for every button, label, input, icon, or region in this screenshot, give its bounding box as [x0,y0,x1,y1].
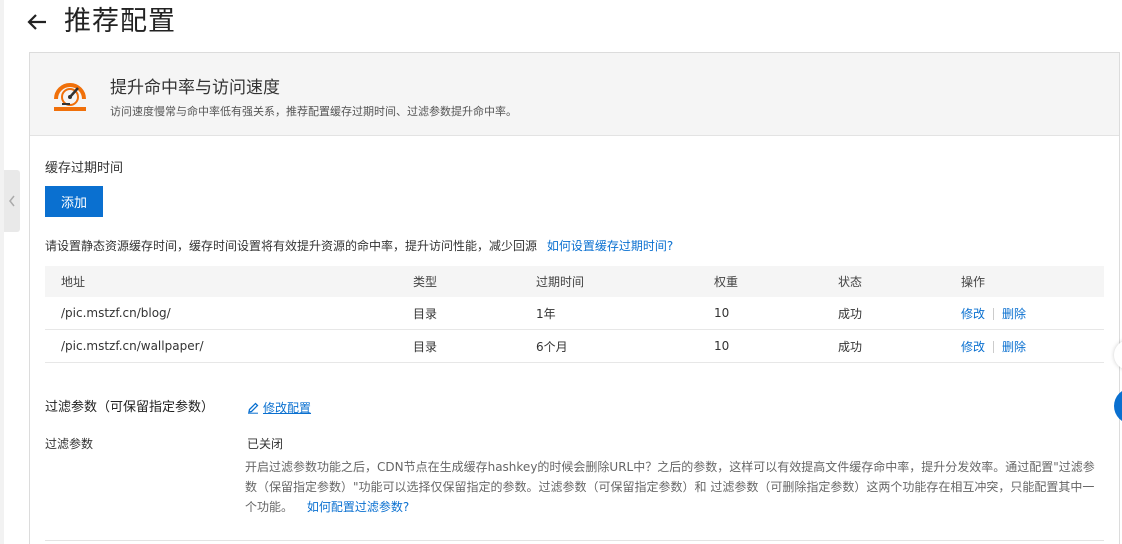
cell-actions: 修改 删除 [961,338,1026,355]
edit-link[interactable]: 修改 [961,307,985,321]
back-arrow-icon[interactable] [26,9,52,35]
column-header-address: 地址 [61,275,86,289]
cell-actions: 修改 删除 [961,305,1026,322]
cell-address: /pic.mstzf.cn/wallpaper/ [61,339,204,353]
cell-type: 目录 [413,306,438,321]
cache-section-label: 缓存过期时间 [45,161,124,176]
speed-gauge-icon [50,73,90,117]
column-header-expire: 过期时间 [536,275,585,289]
chevron-left-icon [9,195,15,207]
cache-hint: 请设置静态资源缓存时间，缓存时间设置将有效提升资源的命中率，提升访问性能，减少回… [45,237,673,254]
column-header-status: 状态 [838,275,863,289]
column-header-actions: 操作 [961,275,986,289]
cache-hint-text: 请设置静态资源缓存时间，缓存时间设置将有效提升资源的命中率，提升访问性能，减少回… [45,239,538,253]
page-header: 推荐配置 [26,4,176,40]
banner-description: 访问速度慢常与命中率低有强关系，推荐配置缓存过期时间、过滤参数提升命中率。 [110,105,517,118]
divider [993,341,995,353]
cache-table: 地址 类型 过期时间 权重 状态 操作 /pic.mstzf.cn/blog/ … [45,266,1104,363]
column-header-type: 类型 [413,275,438,289]
table-header: 地址 类型 过期时间 权重 状态 操作 [45,266,1104,297]
delete-link[interactable]: 删除 [1002,307,1026,321]
cell-status: 成功 [838,339,863,354]
banner: 提升命中率与访问速度 访问速度慢常与命中率低有强关系，推荐配置缓存过期时间、过滤… [30,53,1119,136]
filter-param-label: 过滤参数 [45,437,94,451]
filter-status: 已关闭 [247,437,284,451]
filter-description: 开启过滤参数功能之后，CDN节点在生成缓存hashkey的时候会删除URL中？之… [245,457,1105,517]
cell-status: 成功 [838,306,863,321]
cell-expire: 6个月 [536,339,568,354]
filter-section-title: 过滤参数（可保留指定参数） [45,400,215,415]
cell-weight: 10 [714,339,730,353]
left-edge-strip [0,0,4,544]
edit-config-button[interactable]: 修改配置 [247,399,311,416]
section-divider [45,540,1104,541]
banner-title: 提升命中率与访问速度 [110,78,280,98]
cell-type: 目录 [413,339,438,354]
filter-help-link[interactable]: 如何配置过滤参数? [307,500,409,514]
add-button[interactable]: 添加 [45,186,103,217]
edit-link[interactable]: 修改 [961,340,985,354]
edit-pencil-icon [248,402,259,414]
cell-weight: 10 [714,306,730,320]
edit-config-label: 修改配置 [263,401,312,415]
cell-expire: 1年 [536,306,556,321]
cache-help-link[interactable]: 如何设置缓存过期时间? [547,239,673,253]
page-title: 推荐配置 [64,6,176,37]
delete-link[interactable]: 删除 [1002,340,1026,354]
cell-address: /pic.mstzf.cn/blog/ [61,306,171,320]
divider [993,308,995,320]
sidebar-collapse-handle[interactable] [4,170,20,232]
column-header-weight: 权重 [714,275,739,289]
table-row: /pic.mstzf.cn/blog/ 目录 1年 10 成功 修改 删除 [45,297,1104,330]
table-row: /pic.mstzf.cn/wallpaper/ 目录 6个月 10 成功 修改… [45,330,1104,363]
